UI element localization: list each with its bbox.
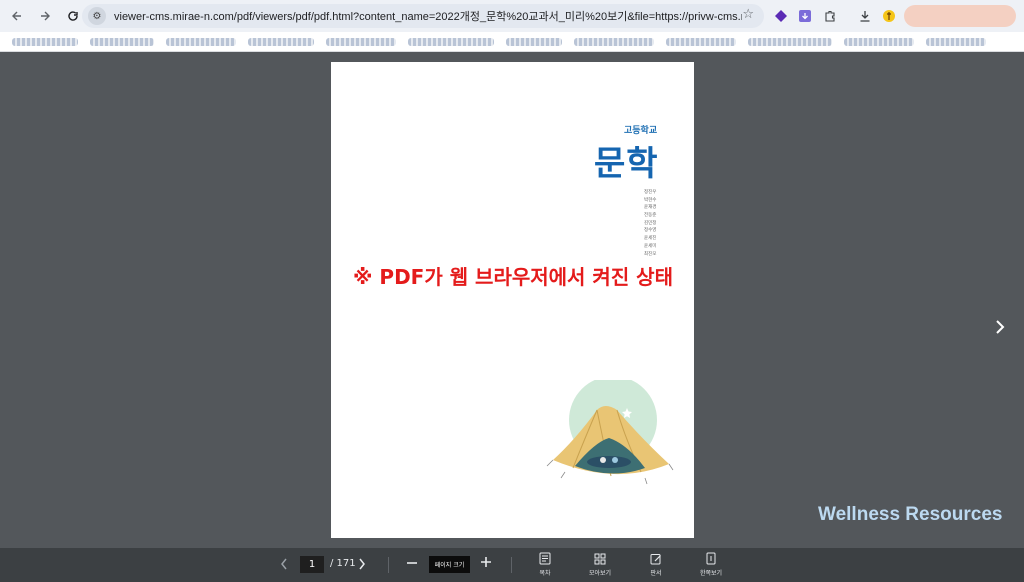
tool-label: 모아보기 xyxy=(588,570,612,577)
author-name: 전동준 xyxy=(644,213,657,219)
watermark-text: Wellness Resources xyxy=(818,504,1003,525)
author-name: 윤재경 xyxy=(644,205,657,211)
tent-illustration xyxy=(546,380,674,485)
author-name: 김민정 xyxy=(644,220,657,226)
authors-list: 정진우 박현수 윤재경 전동준 김민정 정수영 윤세진 윤세미 최진모 xyxy=(644,189,674,258)
pdf-page: 고등학교 문학 정진우 박현수 윤재경 전동준 김민정 정수영 윤세진 윤세미 … xyxy=(331,62,694,538)
author-name: 박현수 xyxy=(644,197,657,203)
reload-button[interactable] xyxy=(62,5,84,27)
current-page-input[interactable]: 1 xyxy=(300,556,324,573)
extension-diamond-icon[interactable] xyxy=(772,7,790,25)
extension-yellow-icon[interactable] xyxy=(880,7,898,25)
bookmark-item[interactable] xyxy=(574,37,654,46)
next-page-button[interactable] xyxy=(358,557,366,575)
school-level-label: 고등학교 xyxy=(624,126,658,136)
site-info-icon[interactable]: ⚙ xyxy=(88,7,106,25)
extension-download-box-icon[interactable] xyxy=(796,7,814,25)
chevron-left-icon xyxy=(281,558,287,570)
back-button[interactable] xyxy=(6,5,28,27)
minus-icon xyxy=(407,562,417,564)
browser-toolbar: ⚙ viewer-cms.mirae-n.com/pdf/viewers/pdf… xyxy=(0,0,1024,32)
address-bar[interactable]: ⚙ viewer-cms.mirae-n.com/pdf/viewers/pdf… xyxy=(82,4,764,28)
zoom-out-button[interactable] xyxy=(405,554,419,577)
extensions-puzzle-icon[interactable] xyxy=(821,7,839,25)
downloads-icon[interactable] xyxy=(856,7,874,25)
author-name: 윤세진 xyxy=(644,236,657,242)
author-name: 윤세미 xyxy=(644,243,657,249)
profile-chip[interactable] xyxy=(904,5,1016,27)
bookmark-item[interactable] xyxy=(326,37,396,46)
bookmark-item[interactable] xyxy=(926,37,986,46)
zoom-in-button[interactable] xyxy=(479,553,493,576)
bookmark-star-icon[interactable]: ☆ xyxy=(742,7,754,22)
tool-label: 판서 xyxy=(650,570,662,577)
url-text[interactable]: viewer-cms.mirae-n.com/pdf/viewers/pdf/p… xyxy=(114,8,742,24)
toolbar-divider xyxy=(388,557,389,573)
prev-page-button[interactable] xyxy=(280,557,288,575)
subject-title: 문학 xyxy=(594,144,659,184)
chevron-right-icon xyxy=(359,558,365,570)
pdf-viewer: 고등학교 문학 정진우 박현수 윤재경 전동준 김민정 정수영 윤세진 윤세미 … xyxy=(0,52,1024,548)
viewer-toolbar: 1 / 171 페이지 크기 목차 모아보기 판서 한쪽보기 xyxy=(0,548,1024,582)
bookmark-item[interactable] xyxy=(844,37,914,46)
pen-button[interactable]: 판서 xyxy=(636,552,676,577)
author-name: 최진모 xyxy=(644,251,657,257)
bookmark-item[interactable] xyxy=(166,37,236,46)
plus-icon xyxy=(481,557,491,567)
bookmark-item[interactable] xyxy=(90,37,154,46)
tool-label: 목차 xyxy=(539,570,551,577)
single-page-button[interactable]: 한쪽보기 xyxy=(691,552,731,577)
author-name: 정진우 xyxy=(644,190,657,195)
bookmarks-bar xyxy=(0,32,1024,52)
toolbar-divider xyxy=(511,557,512,573)
arrow-right-icon xyxy=(41,11,50,21)
bookmark-item[interactable] xyxy=(408,37,494,46)
bookmark-item[interactable] xyxy=(248,37,314,46)
next-page-arrow-icon[interactable] xyxy=(992,316,1008,338)
pen-icon xyxy=(650,552,663,565)
toc-button[interactable]: 목차 xyxy=(525,552,565,577)
grid-icon xyxy=(594,552,607,565)
tool-label: 한쪽보기 xyxy=(699,570,723,577)
bookmark-item[interactable] xyxy=(748,37,832,46)
bookmark-item[interactable] xyxy=(506,37,562,46)
arrow-left-icon xyxy=(12,11,21,21)
zoom-select[interactable]: 페이지 크기 xyxy=(429,556,470,573)
reload-icon xyxy=(68,11,78,21)
single-page-icon xyxy=(705,552,718,565)
bookmark-item[interactable] xyxy=(12,37,78,46)
toc-icon xyxy=(539,552,552,565)
notice-overlay-text: ※ PDF가 웹 브라우저에서 켜진 상태 xyxy=(353,265,673,289)
author-name: 정수영 xyxy=(644,228,657,234)
thumbnails-button[interactable]: 모아보기 xyxy=(580,552,620,577)
forward-button[interactable] xyxy=(34,5,56,27)
bookmark-item[interactable] xyxy=(666,37,736,46)
total-pages-label: / 171 xyxy=(330,558,356,569)
